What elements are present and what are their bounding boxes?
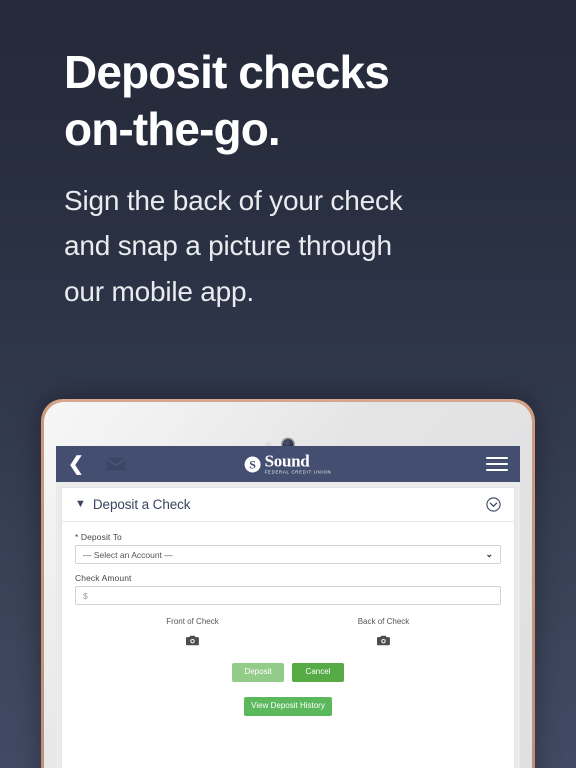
hero-title-line-2: on-the-go. (64, 103, 281, 156)
hero-title-line-1: Deposit checks (64, 46, 390, 98)
chevron-down-icon: ▼ (75, 498, 86, 510)
cancel-button[interactable]: Cancel (292, 663, 344, 682)
logo-name: Sound (264, 451, 310, 471)
menu-bar-3 (486, 468, 508, 472)
camera-icon[interactable] (376, 633, 390, 646)
sound-fcu-logo: S Sound FEDERAL CREDIT UNION (244, 453, 332, 476)
app-header-bar: ❮ S Sound FEDERAL CREDIT UNION (56, 446, 520, 482)
menu-bar-1 (486, 456, 508, 460)
hero-subtitle-line-3: our mobile app. (64, 275, 255, 307)
hero-subtitle: Sign the back of your check and snap a p… (64, 178, 534, 314)
chevron-left-icon[interactable]: ❮ (68, 455, 88, 474)
front-of-check-capture: Front of Check (97, 617, 288, 651)
card-body: * Deposit To — Select an Account — ⌄ Che… (62, 522, 514, 716)
tablet-bezel: ❮ S Sound FEDERAL CREDIT UNION ▼ Deposit… (44, 402, 532, 768)
deposit-to-label: * Deposit To (75, 532, 122, 542)
envelope-icon[interactable] (106, 457, 126, 471)
check-amount-input[interactable]: $ (75, 586, 501, 605)
chevron-down-icon: ⌄ (485, 549, 493, 559)
menu-bar-2 (486, 462, 508, 466)
hero-subtitle-line-2: and snap a picture through (64, 230, 392, 262)
card-title: Deposit a Check (92, 497, 191, 512)
logo-text-block: Sound FEDERAL CREDIT UNION (265, 453, 332, 476)
hamburger-menu-icon[interactable] (486, 456, 508, 472)
logo-mark-icon: S (244, 456, 261, 472)
action-button-row: Deposit Cancel (75, 663, 501, 682)
app-screen: ❮ S Sound FEDERAL CREDIT UNION ▼ Deposit… (56, 446, 520, 768)
hero-text-block: Deposit checks on-the-go. Sign the back … (64, 44, 534, 314)
check-amount-label: Check Amount (75, 573, 132, 583)
view-deposit-history-button[interactable]: View Deposit History (244, 696, 332, 716)
tablet-device: ❮ S Sound FEDERAL CREDIT UNION ▼ Deposit… (41, 399, 535, 768)
back-of-check-label: Back of Check (357, 617, 410, 626)
page-title: Deposit checks on-the-go. (64, 44, 534, 158)
check-amount-field-group: Check Amount $ (75, 573, 501, 605)
circle-chevron-down-icon[interactable] (486, 497, 501, 512)
front-of-check-label: Front of Check (166, 617, 219, 626)
check-capture-row: Front of Check Back of Check (75, 617, 501, 651)
back-of-check-capture: Back of Check (288, 617, 479, 651)
deposit-to-field-group: * Deposit To — Select an Account — ⌄ (75, 532, 501, 564)
deposit-button[interactable]: Deposit (232, 663, 284, 682)
logo-tagline: FEDERAL CREDIT UNION (264, 469, 332, 475)
deposit-to-select[interactable]: — Select an Account — ⌄ (75, 545, 501, 564)
deposit-check-card: ▼ Deposit a Check * Deposit To — Select … (61, 487, 515, 768)
check-amount-placeholder: $ (83, 590, 88, 601)
card-header[interactable]: ▼ Deposit a Check (62, 488, 514, 522)
hero-subtitle-line-1: Sign the back of your check (64, 185, 403, 217)
deposit-to-selected-value: — Select an Account — (83, 549, 173, 560)
camera-icon[interactable] (185, 633, 199, 646)
